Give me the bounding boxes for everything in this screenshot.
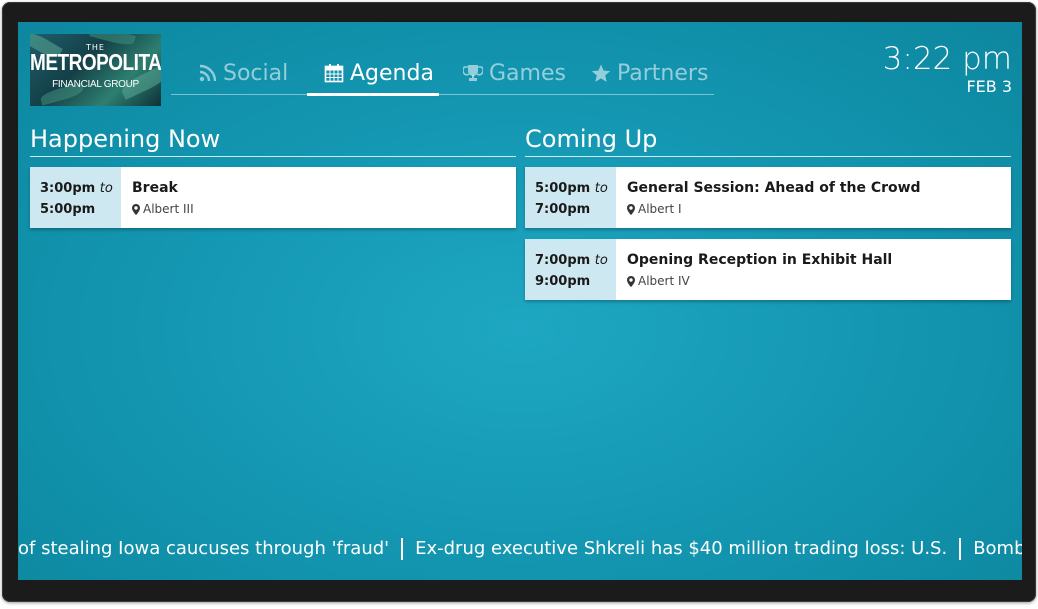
session-location: Albert I — [627, 198, 921, 220]
rss-icon — [199, 64, 217, 82]
session-title: General Session: Ahead of the Crowd — [627, 180, 921, 196]
session-to: to — [99, 181, 113, 196]
session-location-label: Albert III — [143, 202, 194, 216]
company-logo: THE METROPOLITAN FINANCIAL GROUP — [30, 34, 161, 106]
tab-agenda-label: Agenda — [350, 60, 434, 86]
tab-partners[interactable]: Partners — [591, 52, 708, 94]
calendar-icon — [324, 64, 344, 83]
session-time: 7:00pm to 9:00pm — [525, 239, 616, 300]
tab-games-label: Games — [489, 60, 566, 86]
tab-games[interactable]: Games — [463, 52, 566, 94]
ticker-item: Ex-drug executive Shkreli has $40 millio… — [415, 538, 948, 559]
coming-up-heading: Coming Up — [525, 125, 658, 153]
map-marker-icon — [627, 203, 635, 215]
logo-line-name: METROPOLITAN — [30, 50, 161, 76]
session-time: 3:00pm to 5:00pm — [30, 167, 121, 228]
session-location: Albert IV — [627, 270, 892, 292]
tab-partners-label: Partners — [617, 60, 709, 86]
session-end: 9:00pm — [535, 274, 591, 289]
main-nav: Social Agenda Games Partners — [171, 52, 714, 96]
session-time: 5:00pm to 7:00pm — [525, 167, 616, 228]
tab-agenda[interactable]: Agenda — [307, 52, 439, 96]
session-to: to — [594, 181, 608, 196]
agenda-card-opening-reception[interactable]: 7:00pm to 9:00pm Opening Reception in Ex… — [525, 239, 1011, 300]
session-to: to — [594, 253, 608, 268]
session-location-label: Albert IV — [638, 274, 690, 288]
signage-screen: THE METROPOLITAN FINANCIAL GROUP Social — [18, 22, 1022, 580]
clock-time: 3:22 pm — [882, 41, 1012, 77]
map-marker-icon — [627, 275, 635, 287]
clock: 3:22 pm FEB 3 — [883, 40, 1012, 96]
ticker-item: Bomb likely caused S — [973, 538, 1022, 559]
map-marker-icon — [132, 203, 140, 215]
session-location: Albert III — [132, 198, 194, 220]
session-end: 7:00pm — [535, 202, 591, 217]
agenda-card-general-session[interactable]: 5:00pm to 7:00pm General Session: Ahead … — [525, 167, 1011, 228]
session-end: 5:00pm — [40, 202, 96, 217]
ticker-separator — [401, 538, 404, 560]
session-start: 3:00pm — [40, 181, 96, 196]
trophy-icon — [463, 65, 483, 81]
ticker-separator — [959, 538, 962, 560]
coming-up-rule — [525, 156, 1011, 157]
tab-social-label: Social — [223, 60, 289, 86]
session-title: Opening Reception in Exhibit Hall — [627, 252, 893, 268]
session-start: 7:00pm — [535, 253, 591, 268]
agenda-card-break[interactable]: 3:00pm to 5:00pm Break Albert III — [30, 167, 516, 228]
session-start: 5:00pm — [535, 181, 591, 196]
ticker-item: of stealing Iowa caucuses through 'fraud… — [18, 538, 390, 559]
happening-now-heading: Happening Now — [30, 125, 221, 153]
tab-social[interactable]: Social — [199, 52, 288, 94]
display-bezel: THE METROPOLITAN FINANCIAL GROUP Social — [2, 2, 1036, 602]
logo-line-sub: FINANCIAL GROUP — [52, 79, 139, 90]
session-title: Break — [132, 180, 178, 196]
happening-now-rule — [30, 156, 516, 157]
session-location-label: Albert I — [638, 202, 682, 216]
clock-date: FEB 3 — [966, 77, 1012, 96]
star-icon — [591, 64, 611, 82]
news-ticker: of stealing Iowa caucuses through 'fraud… — [18, 532, 1022, 566]
